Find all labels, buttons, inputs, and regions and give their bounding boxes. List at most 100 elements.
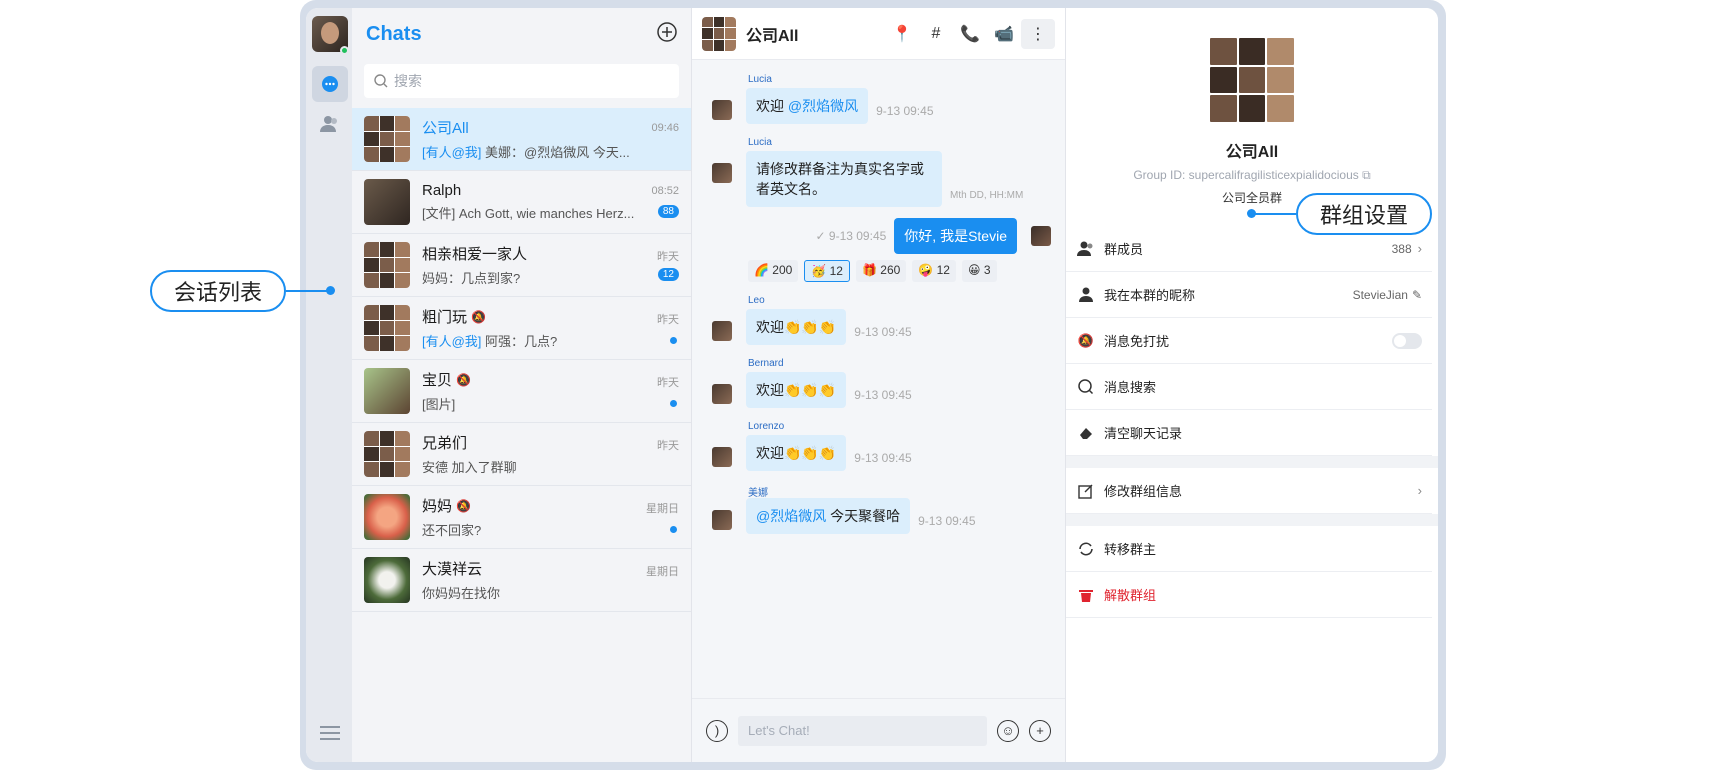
dissolve-group-row[interactable]: 解散群组 — [1066, 572, 1432, 618]
conversation-name: 相亲相爱一家人 — [422, 246, 528, 263]
message[interactable]: @烈焰微风 今天聚餐哈 9-13 09:45 — [712, 498, 976, 534]
contact-avatar — [364, 557, 410, 603]
contacts-nav-icon[interactable] — [312, 106, 348, 142]
add-attachment-icon[interactable]: + — [1029, 719, 1051, 742]
eraser-icon — [1076, 423, 1096, 443]
message-text: 欢迎👏👏👏 — [746, 309, 847, 345]
unread-badge: 88 — [657, 205, 679, 218]
conversation-item[interactable]: 公司All [有人@我] 美娜：@烈焰微风 今天... 09:46 — [352, 108, 691, 171]
group-avatar — [364, 116, 410, 162]
message-input[interactable]: Let's Chat! — [738, 715, 987, 746]
group-name: 公司All — [1225, 144, 1279, 161]
mute-row: 🔕 消息免打扰 — [1066, 318, 1432, 364]
phone-icon[interactable]: 📞 — [953, 19, 987, 49]
contact-avatar — [364, 494, 410, 540]
message-text: 欢迎👏👏👏 — [746, 372, 847, 408]
location-icon[interactable]: 📍 — [885, 19, 919, 49]
conversation-item[interactable]: 宝贝 🔕 [图片] 昨天 — [352, 360, 691, 423]
message[interactable]: 欢迎👏👏👏 9-13 09:45 — [712, 309, 912, 345]
contact-avatar — [364, 179, 410, 225]
nickname-row[interactable]: 我在本群的昵称 StevieJian ✎ — [1066, 272, 1432, 318]
search-icon — [1076, 377, 1096, 397]
list-title: Chats — [366, 22, 422, 45]
conversation-name: 宝贝 — [422, 372, 453, 389]
composer: ) Let's Chat! ☺ + — [692, 698, 1065, 762]
conversation-list-panel: Chats 搜索 公司All [有人@我] 美娜：@烈焰微风 今天... 09:… — [352, 8, 692, 762]
search-messages-row[interactable]: 消息搜索 — [1066, 364, 1432, 410]
sender-avatar — [712, 100, 732, 120]
conversation-item[interactable]: 妈妈 🔕 还不回家? 星期日 — [352, 486, 691, 549]
mention-tag: [有人@我] — [422, 334, 482, 349]
message-text: 欢迎 — [756, 98, 788, 114]
edit-icon[interactable]: ✎ — [1412, 288, 1422, 302]
chat-group-avatar — [702, 16, 736, 51]
mute-icon: 🔕 — [471, 309, 486, 324]
unread-dot — [670, 526, 677, 533]
edit-group-row[interactable]: 修改群组信息 › — [1066, 468, 1432, 514]
emoji-icon[interactable]: ☺ — [997, 719, 1019, 742]
contact-avatar — [364, 368, 410, 414]
last-message: 还不回家? — [422, 523, 482, 538]
more-icon[interactable]: ⋮ — [1021, 18, 1055, 49]
conversation-item[interactable]: Ralph [文件] Ach Gott, wie manches Herz...… — [352, 171, 691, 234]
last-message: [图片] — [422, 397, 456, 412]
copy-icon[interactable]: ⧉ — [1362, 168, 1371, 182]
reaction-chip[interactable]: 🤪 12 — [912, 260, 956, 282]
group-settings-panel: 公司All Group ID: supercalifragilisticexpi… — [1066, 8, 1438, 762]
message[interactable]: 欢迎 @烈焰微风 9-13 09:45 — [712, 88, 934, 124]
last-message: 安德 加入了群聊 — [422, 460, 517, 475]
message-time: 9-13 09:45 — [918, 514, 976, 528]
unread-dot — [670, 337, 677, 344]
conversation-item[interactable]: 大漠祥云 你妈妈在找你 星期日 — [352, 549, 691, 612]
reaction-chip[interactable]: 😀 3 — [961, 260, 997, 282]
callout-leader — [1252, 213, 1296, 215]
video-icon[interactable]: 📹 — [987, 19, 1021, 49]
reaction-chip[interactable]: 🎁 260 — [855, 260, 907, 282]
reaction-chip[interactable]: 🌈 200 — [748, 260, 799, 282]
callout-dot — [326, 286, 335, 295]
reaction-chip[interactable]: 🥳 12 — [804, 260, 850, 282]
conversation-time: 09:46 — [651, 122, 679, 134]
chats-nav-icon[interactable] — [312, 66, 348, 102]
menu-icon[interactable] — [320, 722, 340, 744]
group-avatar — [364, 242, 410, 288]
voice-icon[interactable]: ) — [706, 719, 728, 742]
last-message: 你妈妈在找你 — [422, 586, 501, 601]
conversation-time: 昨天 — [657, 251, 679, 263]
clear-history-row[interactable]: 清空聊天记录 — [1066, 410, 1432, 456]
conversation-name: 兄弟们 — [422, 435, 468, 452]
message-time: 9-13 09:45 — [854, 451, 912, 465]
search-input[interactable]: 搜索 — [364, 64, 679, 98]
nav-rail — [306, 8, 352, 762]
section-divider — [1066, 456, 1438, 468]
members-count: 388 — [1391, 241, 1412, 256]
outgoing-message[interactable]: ✓ 9-13 09:45 你好, 我是Stevie — [816, 218, 1051, 254]
message-text: 欢迎👏👏👏 — [746, 435, 847, 471]
transfer-owner-row[interactable]: 转移群主 — [1066, 526, 1432, 572]
conversation-item[interactable]: 相亲相爱一家人 妈妈：几点到家? 昨天 12 — [352, 234, 691, 297]
conversation-item[interactable]: 兄弟们 安德 加入了群聊 昨天 — [352, 423, 691, 486]
conversation-time: 昨天 — [657, 440, 679, 452]
conversation-time: 星期日 — [646, 503, 679, 515]
message-sender: 美娜 — [748, 488, 768, 499]
conversation-name: 粗门玩 — [422, 309, 468, 326]
mute-bell-icon: 🔕 — [1077, 332, 1095, 348]
transfer-icon — [1076, 539, 1096, 559]
mute-label: 消息免打扰 — [1104, 334, 1170, 349]
online-status-icon — [340, 46, 349, 55]
hashtag-icon[interactable]: # — [919, 19, 953, 49]
conversation-item[interactable]: 粗门玩 🔕 [有人@我] 阿强：几点? 昨天 — [352, 297, 691, 360]
conversation-name: 公司All — [422, 120, 469, 137]
members-icon — [1076, 239, 1096, 259]
search-icon — [374, 74, 388, 88]
chevron-right-icon: › — [1417, 241, 1422, 256]
message[interactable]: 请修改群备注为真实名字或者英文名。 Mth DD, HH:MM — [712, 151, 1023, 207]
new-chat-icon[interactable] — [657, 21, 677, 47]
message[interactable]: 欢迎👏👏👏 9-13 09:45 — [712, 435, 912, 471]
message[interactable]: 欢迎👏👏👏 9-13 09:45 — [712, 372, 912, 408]
edit-group-label: 修改群组信息 — [1104, 484, 1183, 499]
chat-header: 公司All 📍 # 📞 📹 ⋮ — [692, 8, 1065, 60]
group-avatar — [364, 305, 410, 351]
list-header: Chats — [352, 8, 691, 60]
mute-toggle[interactable] — [1392, 332, 1422, 349]
